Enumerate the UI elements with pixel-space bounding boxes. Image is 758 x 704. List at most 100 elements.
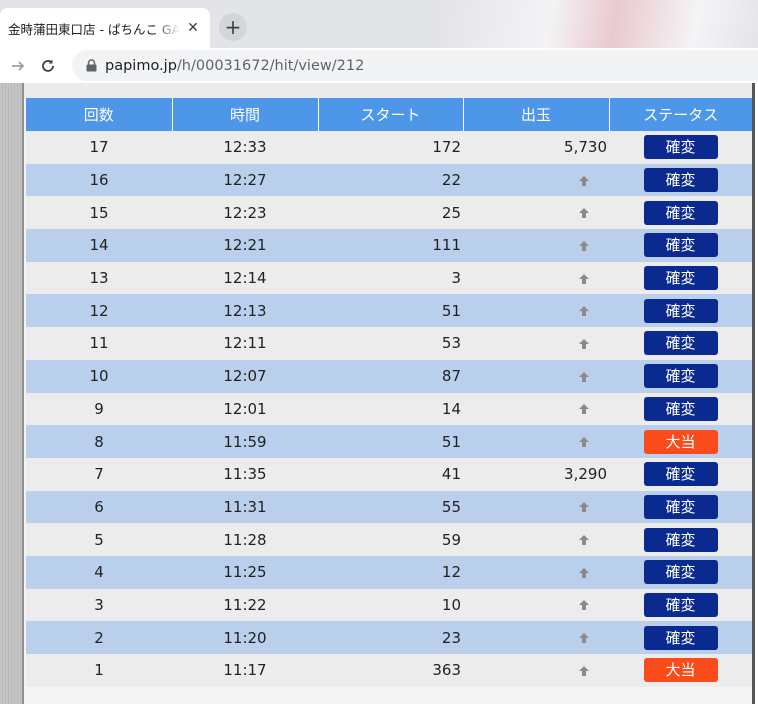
- status-badge: 確変: [643, 364, 718, 389]
- up-arrow-icon: [577, 435, 591, 449]
- status-badge: 確変: [643, 396, 718, 421]
- up-arrow-icon: [577, 533, 591, 547]
- start-count: 41: [318, 457, 463, 491]
- hit-count: 1: [26, 654, 172, 687]
- start-count: 53: [318, 327, 463, 360]
- header-status: ステータス: [608, 98, 752, 131]
- status-cell: 確変: [609, 163, 752, 197]
- up-arrow-icon: [577, 631, 591, 645]
- table-row: 3 11:22 10 確変: [26, 588, 752, 622]
- up-arrow-icon: [577, 370, 591, 384]
- hit-time: 12:21: [172, 229, 318, 262]
- panel-top-strip: [24, 83, 752, 98]
- table-row: 9 12:01 14 確変: [26, 392, 752, 426]
- payout-cell: [463, 425, 609, 458]
- payout-cell: [463, 359, 609, 393]
- up-arrow-icon: [577, 239, 591, 253]
- reload-icon[interactable]: [34, 52, 62, 80]
- hit-time: 11:35: [172, 457, 318, 491]
- hit-time: 12:14: [172, 261, 318, 295]
- payout-cell: [463, 621, 609, 654]
- up-arrow-icon: [577, 598, 591, 612]
- status-cell: 大当: [609, 654, 752, 687]
- status-cell: 確変: [609, 457, 752, 491]
- status-badge: 確変: [643, 200, 718, 225]
- url-path: /h/00031672/hit/view/212: [176, 57, 365, 74]
- payout-cell: [463, 523, 609, 556]
- lock-icon[interactable]: [84, 59, 98, 73]
- status-badge: 確変: [643, 168, 718, 193]
- hit-count: 11: [26, 327, 172, 360]
- payout-value: 5,730: [564, 138, 607, 157]
- status-cell: 確変: [609, 229, 752, 262]
- hit-time: 11:31: [172, 490, 318, 524]
- header-start: スタート: [317, 98, 463, 131]
- tab-strip-decoration: [438, 0, 758, 48]
- address-bar[interactable]: papimo.jp/h/00031672/hit/view/212: [72, 50, 758, 81]
- up-arrow-icon: [577, 206, 591, 220]
- status-cell: 確変: [609, 327, 752, 360]
- start-count: 111: [318, 229, 463, 262]
- status-cell: 確変: [609, 555, 752, 589]
- hit-time: 11:22: [172, 588, 318, 622]
- table-row: 11 12:11 53 確変: [26, 327, 752, 360]
- hit-count: 15: [26, 196, 172, 230]
- status-cell: 大当: [609, 425, 752, 458]
- table-row: 4 11:25 12 確変: [26, 555, 752, 589]
- payout-cell: [463, 392, 609, 426]
- header-payout: 出玉: [462, 98, 609, 131]
- hit-time: 12:33: [172, 131, 318, 164]
- hit-count: 14: [26, 229, 172, 262]
- up-arrow-icon: [577, 337, 591, 351]
- hit-time: 11:59: [172, 425, 318, 458]
- table-row: 17 12:33 172 5,730 確変: [26, 131, 752, 164]
- payout-cell: [463, 229, 609, 262]
- table-row: 15 12:23 25 確変: [26, 196, 752, 230]
- close-icon[interactable]: ✕: [184, 19, 202, 37]
- up-arrow-icon: [577, 566, 591, 580]
- start-count: 59: [318, 523, 463, 556]
- status-cell: 確変: [609, 588, 752, 622]
- start-count: 22: [318, 163, 463, 197]
- up-arrow-icon: [577, 174, 591, 188]
- hit-history-table: 回数 時間 スタート 出玉 ステータス 17 12:33 172 5,730 確変 16 1…: [26, 98, 752, 687]
- hit-time: 12:23: [172, 196, 318, 230]
- status-badge: 確変: [643, 494, 718, 519]
- payout-cell: [463, 490, 609, 524]
- payout-cell: [463, 588, 609, 622]
- start-count: 172: [318, 131, 463, 164]
- start-count: 25: [318, 196, 463, 230]
- browser-tab[interactable]: 金時蒲田東口店 - ぱちんこ GAN ✕: [0, 8, 210, 48]
- start-count: 23: [318, 621, 463, 654]
- hit-count: 12: [26, 294, 172, 328]
- header-time: 時間: [171, 98, 318, 131]
- status-badge: 大当: [643, 658, 718, 683]
- forward-arrow-icon[interactable]: [4, 52, 32, 80]
- payout-cell: [463, 163, 609, 197]
- start-count: 51: [318, 425, 463, 458]
- tab-title: 金時蒲田東口店 - ぱちんこ GAN: [8, 21, 180, 37]
- hit-count: 5: [26, 523, 172, 556]
- plus-icon[interactable]: +: [219, 13, 247, 41]
- status-badge: 確変: [643, 592, 718, 617]
- status-cell: 確変: [609, 523, 752, 556]
- up-arrow-icon: [577, 402, 591, 416]
- table-row: 14 12:21 111 確変: [26, 229, 752, 262]
- hit-count: 10: [26, 359, 172, 393]
- start-count: 55: [318, 490, 463, 524]
- start-count: 363: [318, 654, 463, 687]
- status-cell: 確変: [609, 621, 752, 654]
- hit-time: 12:07: [172, 359, 318, 393]
- table-row: 6 11:31 55 確変: [26, 490, 752, 524]
- start-count: 10: [318, 588, 463, 622]
- up-arrow-icon: [577, 272, 591, 286]
- start-count: 87: [318, 359, 463, 393]
- hit-count: 4: [26, 555, 172, 589]
- start-count: 14: [318, 392, 463, 426]
- hit-count: 7: [26, 457, 172, 491]
- status-cell: 確変: [609, 490, 752, 524]
- table-row: 10 12:07 87 確変: [26, 359, 752, 393]
- payout-value: 3,290: [564, 465, 607, 484]
- hit-time: 12:13: [172, 294, 318, 328]
- url-text: papimo.jp/h/00031672/hit/view/212: [105, 58, 364, 74]
